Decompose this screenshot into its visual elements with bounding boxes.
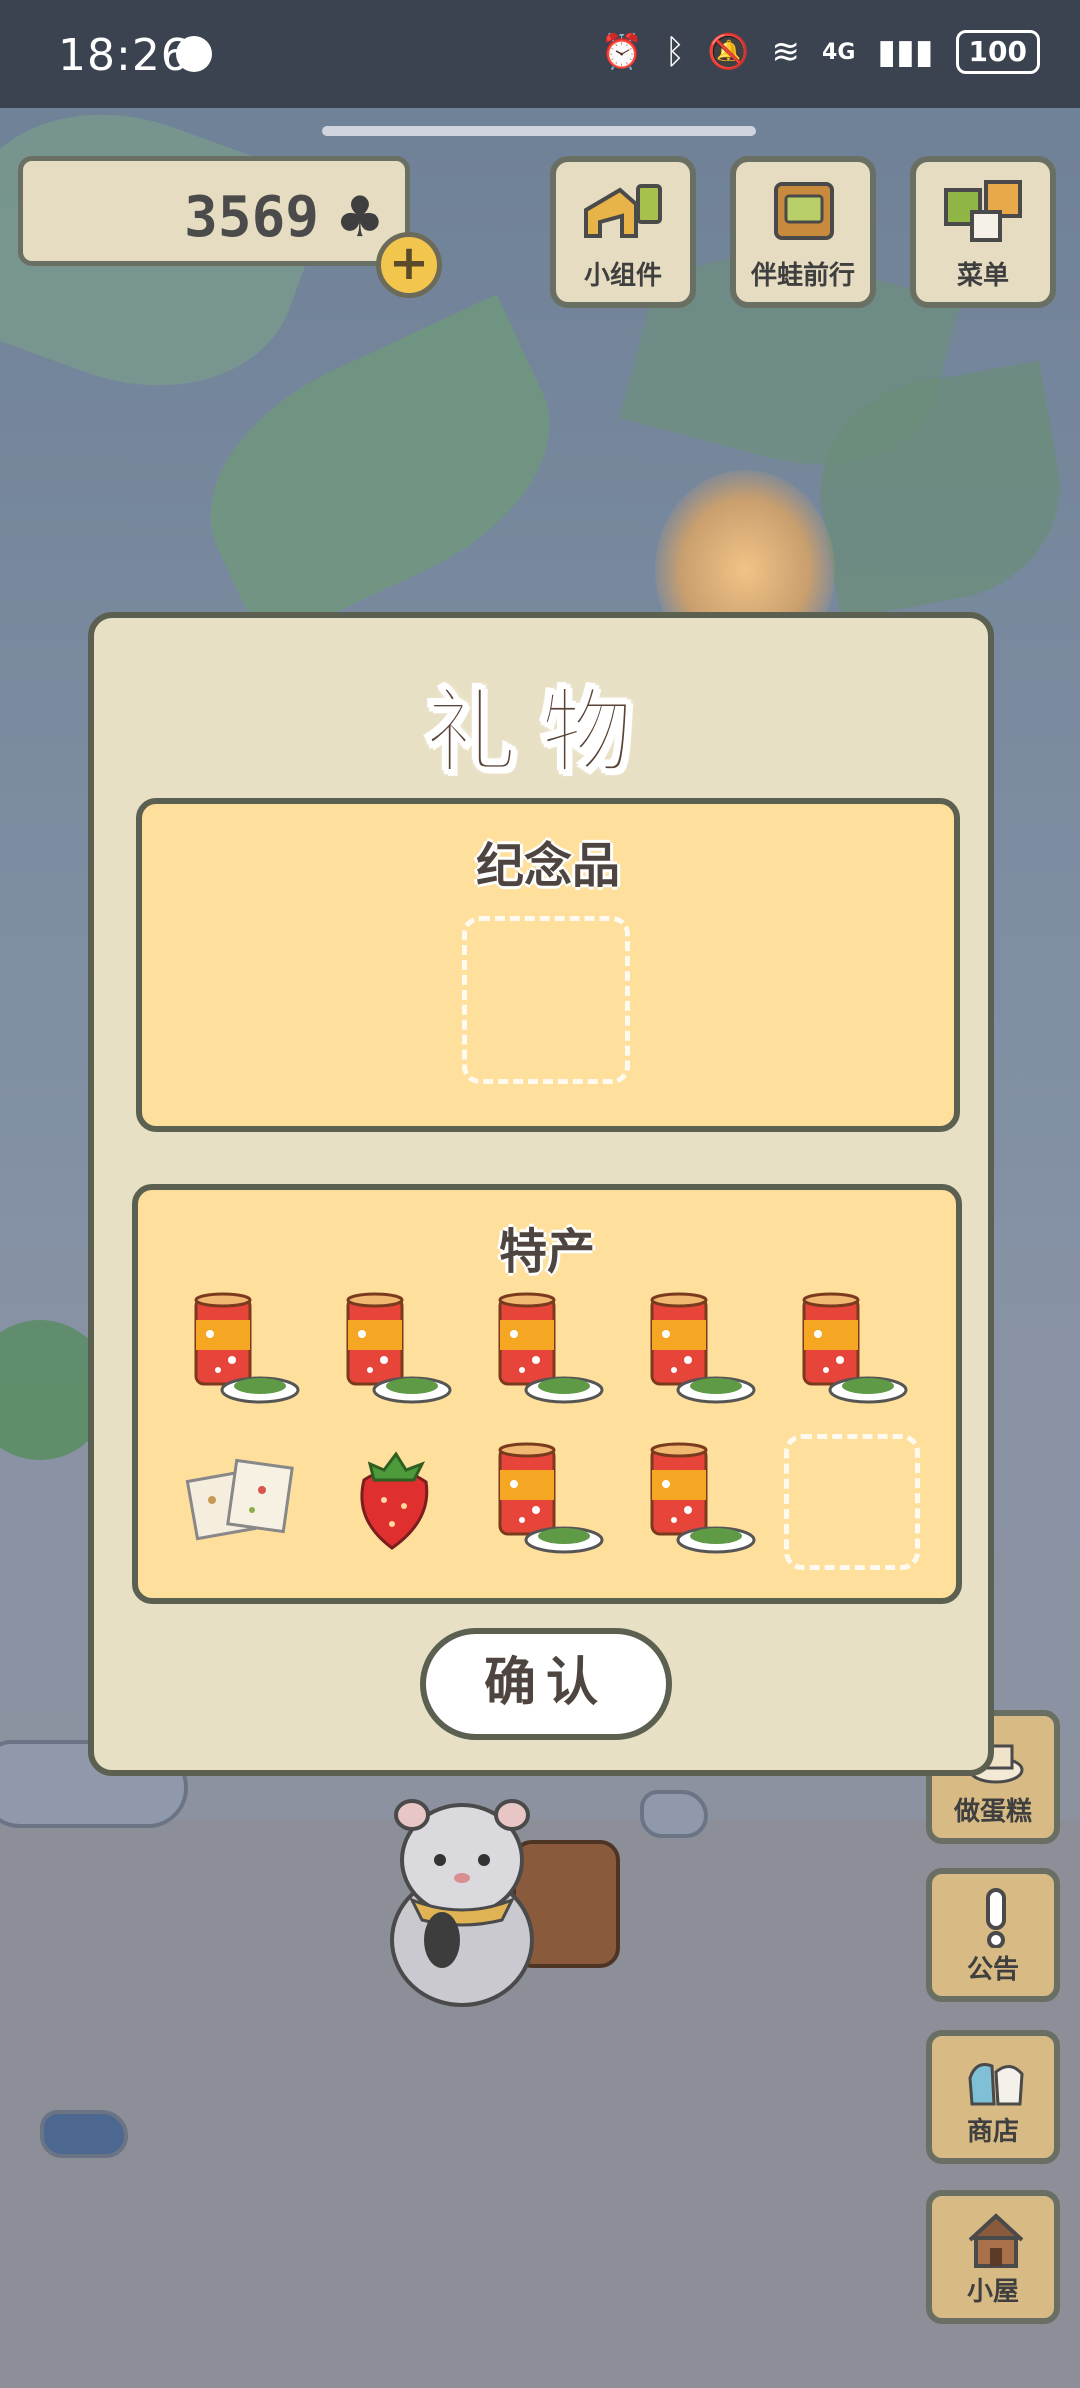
gesture-bar[interactable]	[322, 126, 756, 136]
qq-notification-icon	[176, 36, 212, 72]
mute-icon: 🔕	[707, 32, 750, 72]
strawberry-icon	[360, 1451, 429, 1550]
stone	[40, 2110, 128, 2158]
status-time: 18:26	[58, 30, 190, 81]
specialty-item-canned-food[interactable]	[486, 1440, 606, 1560]
souvenir-empty-slot[interactable]	[462, 916, 630, 1084]
clover-counter: 3569 ♣	[18, 156, 410, 266]
specialty-item-canned-food[interactable]	[638, 1290, 758, 1410]
shop-label: 商店	[966, 2117, 1019, 2147]
menu-label: 菜单	[956, 261, 1009, 291]
announcement-button[interactable]: 公告	[926, 1868, 1060, 2002]
canned-food-icon	[498, 1442, 604, 1554]
bluetooth-icon: ᛒ	[664, 32, 686, 72]
clover-icon: ♣	[334, 185, 385, 250]
confirm-button[interactable]: 确认	[420, 1628, 672, 1740]
battery-indicator: 100	[955, 30, 1040, 74]
add-clover-button[interactable]: +	[376, 232, 442, 298]
house-icon	[968, 2213, 1024, 2268]
widget-button[interactable]: 小组件	[550, 156, 696, 308]
cabin-button[interactable]: 小屋	[926, 2190, 1060, 2324]
specialty-title: 特产	[498, 1224, 595, 1280]
widget-icon	[584, 184, 662, 238]
specialty-item-canned-food[interactable]	[486, 1290, 606, 1410]
canned-food-icon	[346, 1292, 452, 1404]
hamster-character[interactable]	[372, 1780, 552, 2010]
bag-icon	[968, 2063, 1024, 2106]
status-bar: 18:26 ⏰ ᛒ 🔕 ≋ 4G ▮▮▮ 100	[0, 0, 1080, 108]
specialty-item-canned-food[interactable]	[182, 1290, 302, 1410]
gift-dialog: 礼物 纪念品 特产 确认	[88, 612, 994, 1776]
album-icon	[774, 182, 834, 240]
specialty-empty-slot[interactable]	[784, 1434, 920, 1570]
signal-icon: ▮▮▮	[877, 32, 934, 72]
status-icons: ⏰ ᛒ 🔕 ≋ 4G ▮▮▮ 100	[600, 30, 1040, 74]
cabin-label: 小屋	[966, 2277, 1019, 2307]
canned-food-icon	[498, 1292, 604, 1404]
specialty-item-canned-food[interactable]	[638, 1440, 758, 1560]
rice-cake-icon	[185, 1458, 294, 1541]
canned-food-icon	[650, 1442, 756, 1554]
dialog-title: 礼物	[424, 678, 657, 787]
shop-button[interactable]: 商店	[926, 2030, 1060, 2164]
canned-food-icon	[802, 1292, 908, 1404]
travel-album-button[interactable]: 伴蛙前行	[730, 156, 876, 308]
stone	[640, 1790, 708, 1838]
canned-food-icon	[650, 1292, 756, 1404]
network-type: 4G	[822, 39, 856, 65]
widget-label: 小组件	[583, 261, 662, 291]
exclamation-icon	[986, 1888, 1006, 1948]
specialty-item-canned-food[interactable]	[334, 1290, 454, 1410]
clover-count: 3569	[184, 185, 319, 250]
announcement-label: 公告	[966, 1955, 1019, 1985]
specialty-item-rice-cake[interactable]	[182, 1440, 302, 1560]
specialty-item-strawberry[interactable]	[334, 1440, 454, 1560]
travel-album-label: 伴蛙前行	[750, 261, 855, 291]
make-cake-label: 做蛋糕	[953, 1797, 1032, 1827]
menu-button[interactable]: 菜单	[910, 156, 1056, 308]
menu-icon	[944, 180, 1022, 242]
wifi-icon: ≋	[771, 32, 801, 72]
alarm-icon: ⏰	[600, 32, 643, 72]
canned-food-icon	[194, 1292, 300, 1404]
souvenir-panel: 纪念品	[136, 798, 960, 1132]
specialty-item-canned-food[interactable]	[790, 1290, 910, 1410]
specialty-panel: 特产	[132, 1184, 962, 1604]
souvenir-title: 纪念品	[475, 838, 620, 894]
